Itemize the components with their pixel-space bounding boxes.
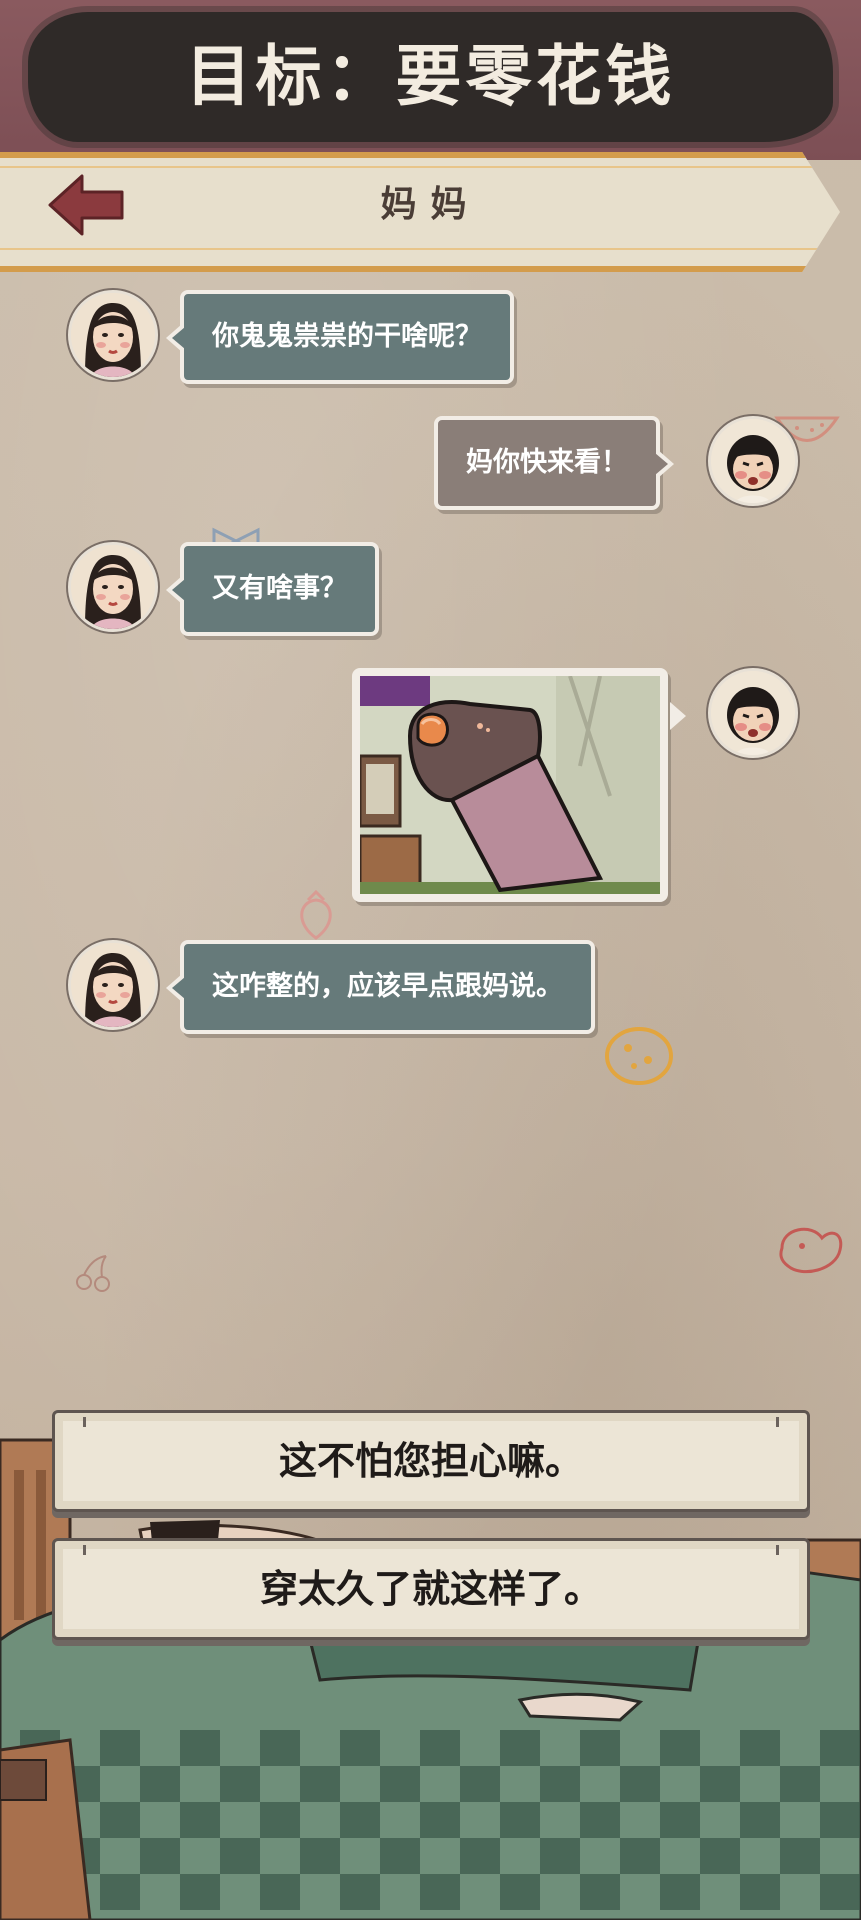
mom-avatar[interactable] bbox=[68, 940, 158, 1030]
mom-avatar[interactable] bbox=[68, 290, 158, 380]
contact-name: 妈妈 bbox=[380, 184, 481, 225]
socks-photo bbox=[360, 676, 660, 894]
choice-label-2: 穿太久了就这样了。 bbox=[259, 1567, 602, 1611]
choice-button-2[interactable]: 穿太久了就这样了。 bbox=[52, 1538, 810, 1640]
child-face-icon bbox=[711, 671, 795, 755]
bird-doodle-icon bbox=[779, 1227, 843, 1274]
strawberry-doodle-icon bbox=[300, 889, 332, 940]
child-avatar[interactable] bbox=[708, 668, 798, 758]
objective-title: 目标：要零花钱 bbox=[185, 38, 676, 115]
mom-face-icon bbox=[71, 943, 155, 1027]
photo-message-bubble[interactable] bbox=[352, 668, 686, 902]
message-bubble-mom-2: 又有啥事？ bbox=[166, 542, 379, 636]
pin-mark bbox=[83, 1417, 86, 1427]
message-bubble-mom-1: 你鬼鬼祟祟的干啥呢？ bbox=[166, 290, 514, 384]
message-bubble-me-1: 妈你快来看！ bbox=[434, 416, 674, 510]
child-face-icon bbox=[711, 419, 795, 503]
mom-face-icon bbox=[71, 545, 155, 629]
choice-button-1[interactable]: 这不怕您担心嘛。 bbox=[52, 1410, 810, 1512]
mom-avatar[interactable] bbox=[68, 542, 158, 632]
cookie-doodle-icon bbox=[605, 1027, 673, 1085]
pin-mark bbox=[83, 1545, 86, 1555]
mom-face-icon bbox=[71, 293, 155, 377]
message-bubble-mom-3: 这咋整的，应该早点跟妈说。 bbox=[166, 940, 595, 1034]
child-avatar[interactable] bbox=[708, 416, 798, 506]
cherry-doodle-icon bbox=[76, 1255, 110, 1292]
pin-mark bbox=[776, 1417, 779, 1427]
pin-mark bbox=[776, 1545, 779, 1555]
choice-label-1: 这不怕您担心嘛。 bbox=[278, 1439, 583, 1483]
